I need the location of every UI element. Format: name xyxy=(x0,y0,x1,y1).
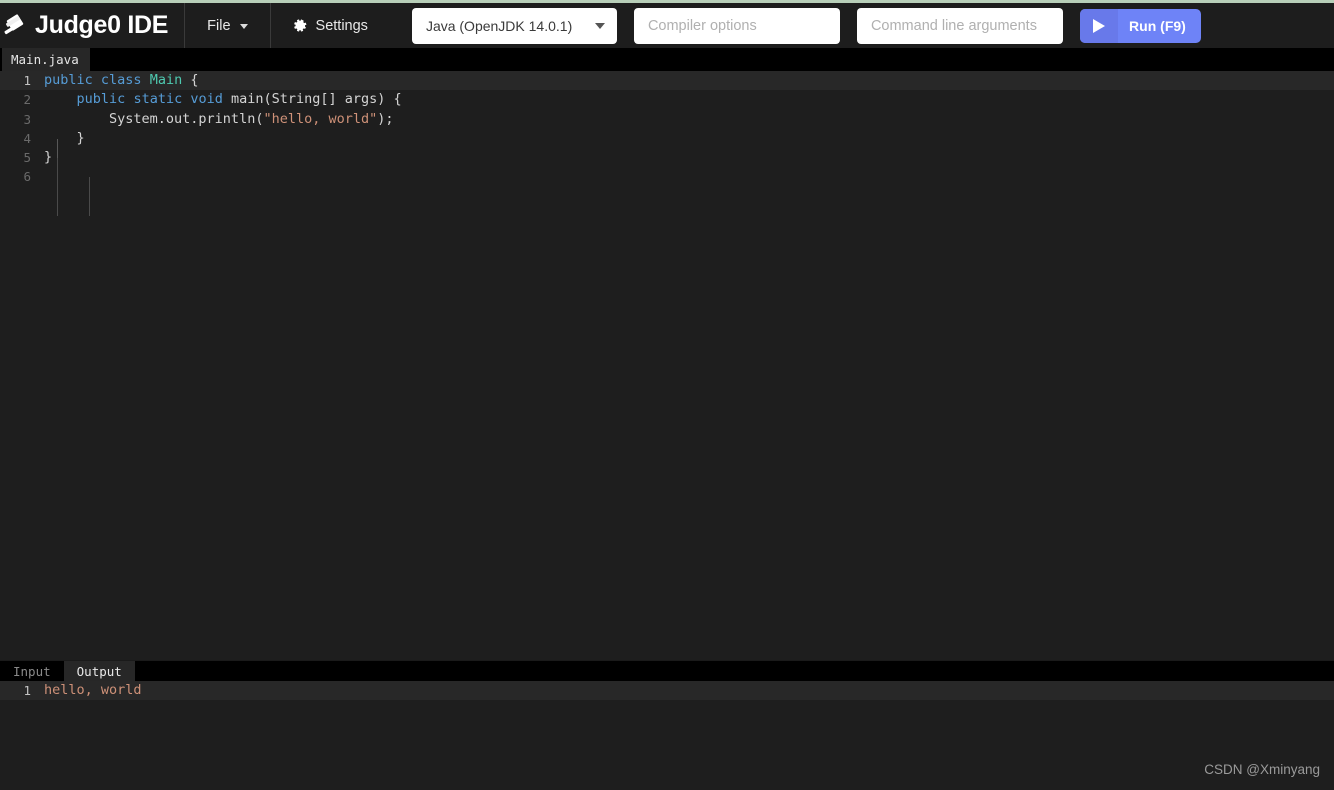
code-token: ); xyxy=(377,110,394,127)
language-select[interactable]: Java (OpenJDK 14.0.1) xyxy=(411,7,617,44)
code-token: void xyxy=(190,91,223,108)
code-line[interactable]: 5} xyxy=(0,148,1334,167)
run-button-label: Run (F9) xyxy=(1129,17,1186,34)
menu-settings[interactable]: Settings xyxy=(271,3,390,48)
line-number: 2 xyxy=(23,92,31,108)
code-editor[interactable]: 1 public class Main {2 public static void… xyxy=(0,71,1334,660)
indent-guide xyxy=(57,139,58,159)
code-line[interactable]: 3 System.out.println("hello, world"); xyxy=(0,110,1334,129)
code-token: } xyxy=(44,129,85,146)
code-token: System.out.println( xyxy=(44,110,264,127)
menu-settings-label: Settings xyxy=(315,17,368,34)
compiler-options-input[interactable] xyxy=(633,7,840,44)
menu-file-label: File xyxy=(207,17,231,34)
code-token: public xyxy=(44,72,93,88)
gavel-icon xyxy=(4,13,24,34)
output-line-number: 1 xyxy=(23,683,31,698)
line-number: 6 xyxy=(23,169,31,185)
code-token: class xyxy=(100,72,142,88)
line-number: 1 xyxy=(23,73,31,88)
code-token: main(String[] args) { xyxy=(222,91,402,108)
editor-tabstrip: Main.java xyxy=(0,48,1334,71)
brand-title: Judge0 IDE xyxy=(35,11,169,39)
code-line[interactable]: 6 xyxy=(0,167,1334,186)
judge0-ide-app: Judge0 IDE File Settings Java (OpenJDK 1… xyxy=(0,0,1334,790)
chevron-down-icon xyxy=(239,24,248,29)
code-token: } xyxy=(44,149,53,166)
indent-guide xyxy=(89,177,90,216)
line-number: 3 xyxy=(23,111,31,127)
tab-output[interactable]: Output xyxy=(63,661,135,681)
code-line-text: public static void main(String[] args) { xyxy=(44,90,1334,109)
tab-output-label: Output xyxy=(76,663,122,679)
brand-logo[interactable]: Judge0 IDE xyxy=(0,3,184,48)
run-button[interactable]: Run (F9) xyxy=(1079,8,1201,43)
code-line-text: public class Main { xyxy=(44,71,1334,90)
code-line-text: System.out.println("hello, world"); xyxy=(44,110,1334,129)
code-token: { xyxy=(182,72,199,88)
code-token: public xyxy=(76,91,126,108)
play-icon xyxy=(1092,18,1105,33)
tab-input[interactable]: Input xyxy=(0,661,64,681)
code-line-list: 1 public class Main {2 public static void… xyxy=(0,71,1334,187)
command-line-arguments-input[interactable] xyxy=(856,7,1063,44)
code-token: static xyxy=(133,91,183,108)
tab-input-label: Input xyxy=(13,663,51,679)
indent-guide xyxy=(57,158,58,216)
top-navbar: Judge0 IDE File Settings Java (OpenJDK 1… xyxy=(0,3,1334,48)
line-number: 5 xyxy=(23,150,31,166)
output-body[interactable]: 1 hello, world xyxy=(0,681,1334,790)
output-line-text: hello, world xyxy=(44,682,142,698)
navbar-controls: Java (OpenJDK 14.0.1) Run (F9) xyxy=(411,7,1201,44)
io-tabstrip: Input Output xyxy=(0,661,1334,681)
gear-icon xyxy=(293,18,306,32)
code-line[interactable]: 2 public static void main(String[] args)… xyxy=(0,90,1334,109)
editor-tab-label: Main.java xyxy=(11,52,79,67)
line-number: 4 xyxy=(23,130,31,146)
output-line[interactable]: 1 hello, world xyxy=(0,681,1334,701)
code-line[interactable]: 1 public class Main { xyxy=(0,71,1334,91)
language-select-value: Java (OpenJDK 14.0.1) xyxy=(425,17,573,34)
play-icon-container xyxy=(1079,8,1118,43)
code-token: Main xyxy=(149,72,183,88)
menu-file[interactable]: File xyxy=(185,3,269,48)
code-token: "hello, world" xyxy=(263,110,378,127)
io-panel: Input Output 1 hello, world xyxy=(0,660,1334,790)
editor-tab-main-java[interactable]: Main.java xyxy=(2,48,90,71)
code-line[interactable]: 4 } xyxy=(0,129,1334,148)
output-line-list: 1 hello, world xyxy=(0,681,1334,701)
code-line-text: } xyxy=(44,129,1334,148)
chevron-down-icon xyxy=(594,22,605,29)
code-line-text: } xyxy=(44,148,1334,167)
